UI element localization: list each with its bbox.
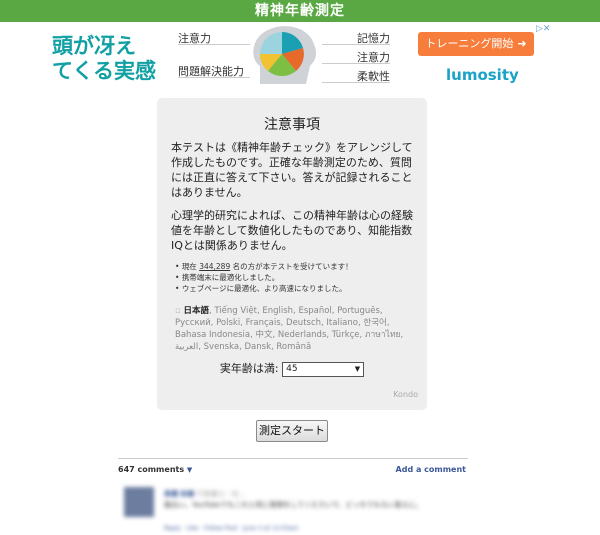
- ad-headline: 頭が冴え てくる実感: [52, 34, 156, 84]
- ad-divider: [322, 63, 390, 64]
- age-row: 実年齢は満: 45 ▼: [157, 360, 427, 377]
- chevron-down-icon: ▼: [186, 466, 193, 474]
- notice-card: 注意事項 本テストは《精神年齢チェック》をアレンジして作成したものです。正確な年…: [157, 98, 427, 410]
- comment-author[interactable]: 高橋 和樹 行政書士・社…: [164, 489, 246, 499]
- language-current[interactable]: 日本語: [183, 306, 209, 316]
- ad-divider: [322, 82, 390, 83]
- comment-actions[interactable]: Reply · Like · Follow Post · June 3 at 1…: [164, 525, 298, 532]
- language-list[interactable]: ▫ 日本語, Tiếng Việt, English, Español, Por…: [175, 305, 419, 353]
- note-web: ウェブページに最適化、より高速になりました。: [175, 283, 419, 294]
- ad-divider: [178, 44, 250, 45]
- credit-text: Kondo: [393, 390, 418, 399]
- note-mobile: 携帯端末に最適化しました。: [175, 272, 419, 283]
- ad-choices-icon[interactable]: ▷✕: [536, 24, 550, 34]
- ad-headline-line2: てくる実感: [52, 59, 156, 83]
- ad-cta-label: トレーニング開始: [425, 37, 514, 50]
- comments-count[interactable]: 647 comments ▼: [118, 465, 192, 474]
- avatar[interactable]: [124, 487, 154, 517]
- age-select-value: 45: [286, 363, 298, 374]
- notice-title: 注意事項: [264, 117, 320, 133]
- arrow-right-icon: ➜: [517, 37, 527, 50]
- page-title: 精神年齢測定: [255, 3, 345, 19]
- age-label: 実年齢は満:: [219, 362, 279, 375]
- age-select[interactable]: 45 ▼: [282, 361, 365, 377]
- language-others[interactable]: , Tiếng Việt, English, Español, Portuguê…: [175, 306, 403, 352]
- comments-divider: [118, 458, 468, 459]
- ad-divider: [322, 44, 390, 45]
- ad-cta-button[interactable]: トレーニング開始 ➜: [418, 32, 534, 56]
- notes-list: 現在 344,289 名の方が本テストを受けています！ 携帯端末に最適化しました…: [175, 261, 419, 294]
- comment-text: 面白い。YouTubeでもこれと同じ質問をしてくださいで、どっちでもない答えに。: [164, 501, 423, 509]
- caret-down-icon: ▼: [354, 364, 361, 373]
- participant-count: 344,289: [199, 262, 231, 271]
- notice-paragraph-2: 心理学的研究によれば、この精神年齢は心の経験値を年齢として数値化したものであり、…: [171, 209, 413, 252]
- advertisement-banner[interactable]: 頭が冴え てくる実感 注意力 問題解決能力 記憶力 注意力 柔軟性 トレーニング…: [0, 22, 600, 92]
- ad-brand-logo[interactable]: lumosity: [446, 66, 519, 84]
- add-comment-link[interactable]: Add a comment: [396, 465, 466, 474]
- note-participants: 現在 344,289 名の方が本テストを受けています！: [175, 261, 419, 272]
- ad-divider: [178, 77, 250, 78]
- comments-section: 647 comments ▼ Add a comment 高橋 和樹 行政書士・…: [118, 458, 468, 532]
- start-test-button[interactable]: 測定スタート: [256, 420, 328, 442]
- notice-paragraph-1: 本テストは《精神年齢チェック》をアレンジして作成したものです。正確な年齢測定のた…: [171, 141, 413, 199]
- brain-chart-icon: [253, 26, 317, 84]
- ad-headline-line1: 頭が冴え: [52, 34, 136, 58]
- app-header: 精神年齢測定: [0, 0, 600, 22]
